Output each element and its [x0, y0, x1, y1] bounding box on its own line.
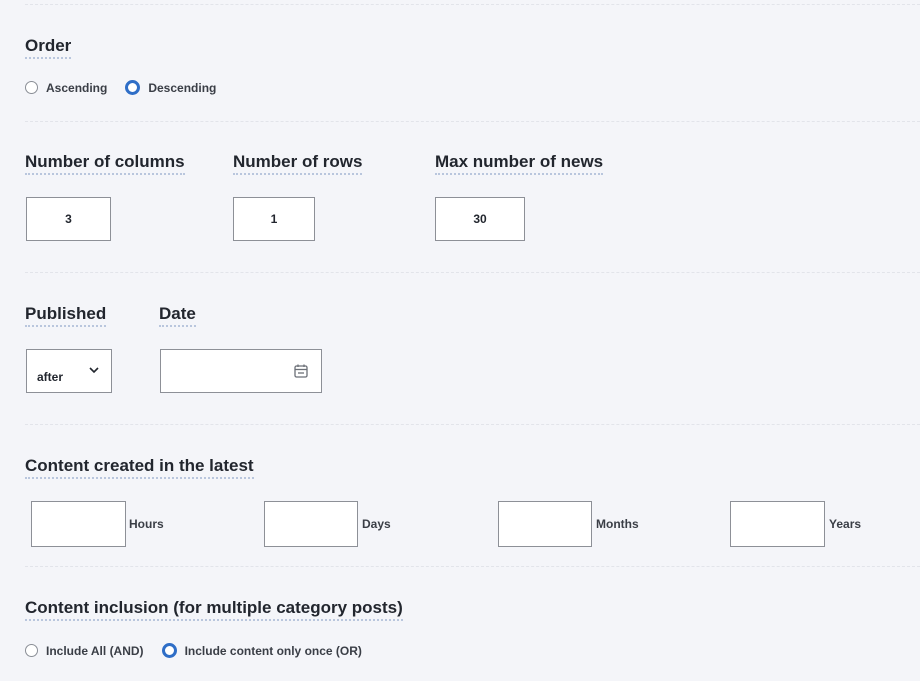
years-unit-label: Years [829, 517, 862, 531]
rows-input[interactable]: 1 [233, 197, 315, 241]
published-label: Published [25, 304, 107, 327]
order-ascending-radio[interactable]: Ascending [25, 81, 107, 95]
inclusion-radio-group: Include All (AND) Include content only o… [25, 643, 380, 658]
divider-top [25, 4, 920, 5]
radio-checked-icon [161, 643, 177, 658]
divider-4 [25, 566, 920, 567]
include-all-label: Include All (AND) [46, 643, 144, 658]
years-input[interactable] [730, 501, 825, 547]
order-label: Order [25, 36, 72, 59]
max-news-input[interactable]: 30 [435, 197, 525, 241]
rows-label: Number of rows [233, 152, 363, 175]
order-descending-label: Descending [148, 80, 217, 95]
days-unit-label: Days [362, 517, 391, 531]
days-input[interactable] [264, 501, 358, 547]
max-news-label: Max number of news [435, 152, 604, 175]
months-unit-label: Months [596, 517, 639, 531]
date-label: Date [159, 304, 196, 327]
published-select[interactable]: after [26, 349, 112, 393]
calendar-icon[interactable] [293, 363, 309, 379]
radio-unchecked-icon [25, 644, 38, 657]
divider-3 [25, 424, 920, 425]
radio-checked-icon [125, 80, 141, 95]
date-input[interactable] [160, 349, 322, 393]
published-select-value: after [37, 370, 64, 384]
radio-unchecked-icon [25, 81, 38, 94]
include-once-label: Include content only once (OR) [184, 643, 362, 658]
hours-input[interactable] [31, 501, 126, 547]
divider-1 [25, 121, 920, 122]
latest-label: Content created in the latest [25, 456, 254, 479]
columns-input[interactable]: 3 [26, 197, 111, 241]
include-once-radio[interactable]: Include content only once (OR) [161, 643, 362, 658]
chevron-down-icon [89, 367, 99, 374]
include-all-radio[interactable]: Include All (AND) [25, 644, 144, 658]
order-radio-group: Ascending Descending [25, 80, 234, 95]
order-ascending-label: Ascending [46, 80, 108, 95]
hours-unit-label: Hours [129, 517, 164, 531]
inclusion-label: Content inclusion (for multiple category… [25, 598, 403, 621]
order-descending-radio[interactable]: Descending [125, 80, 216, 95]
months-input[interactable] [498, 501, 592, 547]
divider-2 [25, 272, 920, 273]
columns-label: Number of columns [25, 152, 185, 175]
